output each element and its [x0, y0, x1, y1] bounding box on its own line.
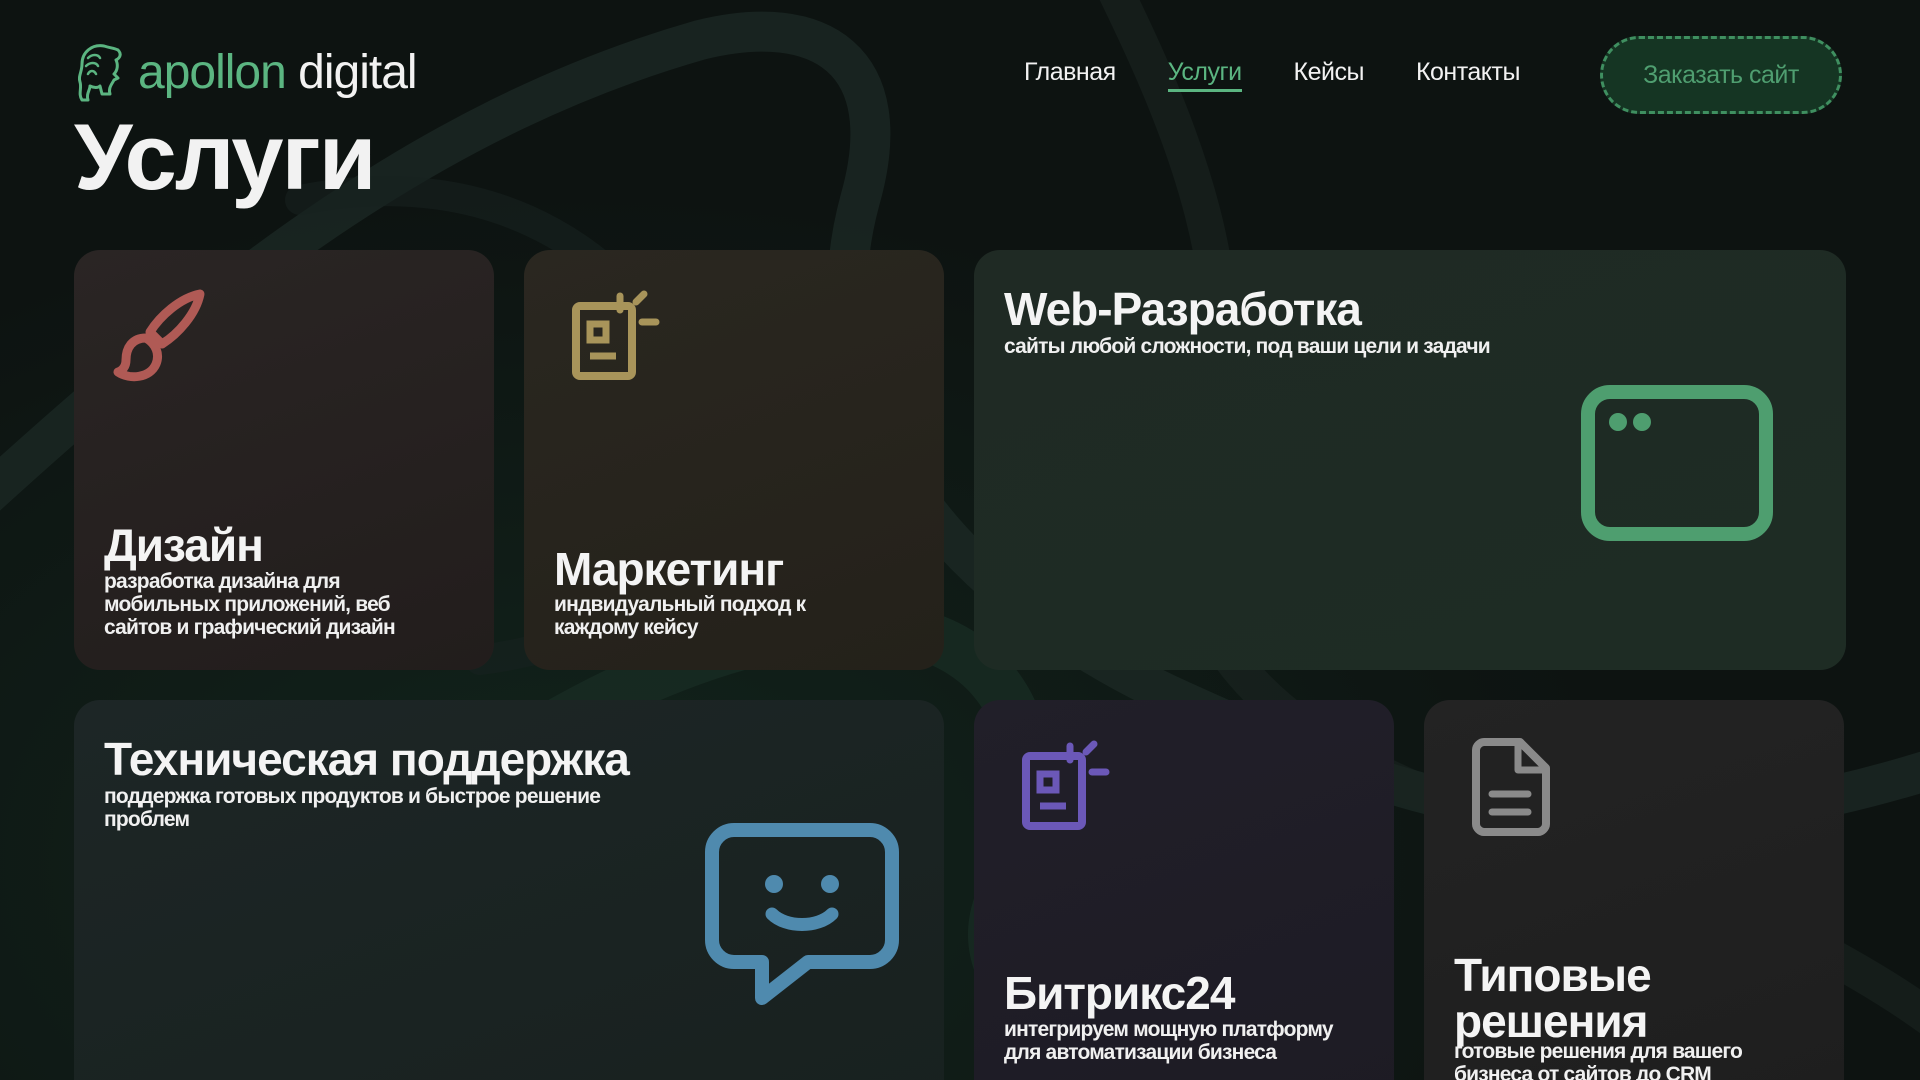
card-title: Типовые решения	[1454, 949, 1652, 1047]
service-card-web[interactable]: Web-Разработка сайты любой сложности, по…	[974, 250, 1846, 670]
service-card-marketing[interactable]: Маркетинг индвидуальный подход к каждому…	[524, 250, 944, 670]
card-description: сайты любой сложности, под ваши цели и з…	[1004, 335, 1491, 358]
card-title: Маркетинг	[554, 543, 784, 595]
logo-word-apollon: apollon	[138, 46, 287, 99]
browser-window-icon	[1581, 385, 1773, 541]
apollo-head-icon	[77, 44, 122, 102]
chat-smile-icon	[705, 823, 899, 1005]
service-card-typical-solutions[interactable]: Типовые решения готовые решения для ваше…	[1424, 700, 1844, 1080]
logo-text: apollon digital	[138, 46, 418, 99]
card-description: готовые решения для вашего бизнеса от са…	[1454, 1040, 1743, 1080]
page-title: Услуги	[74, 104, 377, 209]
service-card-design[interactable]: Дизайн разработка дизайна для мобильных …	[74, 250, 494, 670]
main-nav: Главная Услуги Кейсы Контакты	[1024, 58, 1520, 92]
nav-link-home[interactable]: Главная	[1024, 58, 1116, 92]
service-card-support[interactable]: Техническая поддержка поддержка готовых …	[74, 700, 944, 1080]
logo[interactable]: apollon digital	[74, 42, 418, 104]
nav-link-services[interactable]: Услуги	[1167, 58, 1242, 92]
news-icon	[1022, 740, 1110, 830]
card-description: разработка дизайна для мобильных приложе…	[104, 570, 396, 639]
card-title: Техническая поддержка	[104, 733, 630, 785]
order-site-button[interactable]: Заказать сайт	[1600, 36, 1842, 114]
page: apollon digital Главная Услуги Кейсы Кон…	[0, 0, 1920, 1080]
card-description: поддержка готовых продуктов и быстрое ре…	[104, 785, 601, 831]
brush-icon	[113, 289, 205, 382]
card-description: интегрируем мощную платформу для автомат…	[1004, 1018, 1334, 1064]
card-description: индвидуальный подход к каждому кейсу	[554, 593, 806, 639]
card-title: Битрикс24	[1004, 967, 1235, 1019]
service-card-bitrix[interactable]: Битрикс24 интегрируем мощную платформу д…	[974, 700, 1394, 1080]
nav-link-contacts[interactable]: Контакты	[1416, 58, 1520, 92]
logo-word-digital: digital	[298, 46, 417, 99]
card-title: Web-Разработка	[1004, 283, 1362, 335]
news-icon	[572, 290, 660, 380]
document-icon	[1472, 738, 1550, 836]
nav-link-cases[interactable]: Кейсы	[1294, 58, 1365, 92]
card-title: Дизайн	[104, 519, 264, 571]
